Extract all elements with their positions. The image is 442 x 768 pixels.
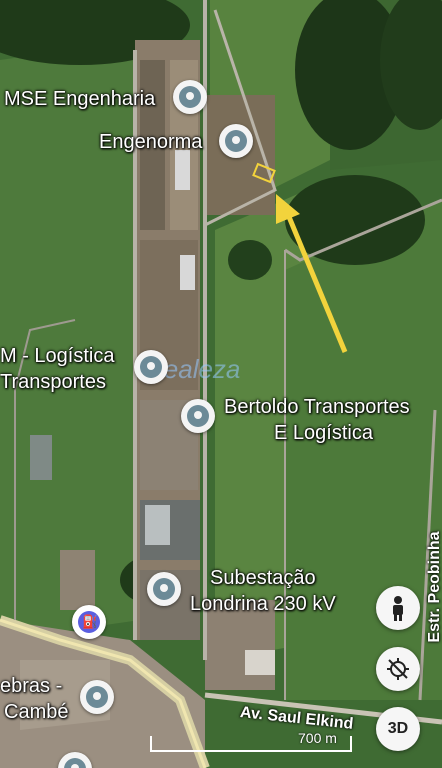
satellite-map[interactable]: Realeza MSE Engenharia Engenorma M - Log… bbox=[0, 0, 442, 768]
logistica-label-line1[interactable]: M - Logística bbox=[0, 344, 114, 368]
engenorma-label[interactable]: Engenorma bbox=[99, 130, 202, 154]
3d-button[interactable]: 3D bbox=[376, 707, 420, 751]
logistica-pin-icon[interactable] bbox=[134, 350, 168, 384]
bertoldo-pin-icon[interactable] bbox=[181, 399, 215, 433]
bertoldo-label-line2[interactable]: E Logística bbox=[274, 421, 373, 445]
cambe-label-line2[interactable]: Cambé bbox=[4, 700, 68, 724]
cambe-pin-icon[interactable] bbox=[80, 680, 114, 714]
mse-engenharia-pin-icon[interactable] bbox=[173, 80, 207, 114]
subestacao-label-line2[interactable]: Londrina 230 kV bbox=[190, 592, 336, 616]
location-off-icon bbox=[387, 658, 409, 680]
subestacao-label-line1[interactable]: Subestação bbox=[210, 566, 316, 590]
road-label-peobinha: Estr. Peobinha bbox=[426, 531, 442, 643]
location-button[interactable] bbox=[376, 647, 420, 691]
subestacao-pin-icon[interactable] bbox=[147, 572, 181, 606]
logistica-label-line2[interactable]: Transportes bbox=[0, 370, 106, 394]
engenorma-pin-icon[interactable] bbox=[219, 124, 253, 158]
bertoldo-label-line1[interactable]: Bertoldo Transportes bbox=[224, 395, 410, 419]
street-view-button[interactable] bbox=[376, 586, 420, 630]
scale-label: 700 m bbox=[298, 730, 337, 746]
cambe-label-line1[interactable]: ebras - bbox=[0, 674, 62, 698]
mse-engenharia-label[interactable]: MSE Engenharia bbox=[4, 87, 155, 111]
pegman-icon bbox=[393, 596, 403, 621]
gas-station-pin-icon[interactable]: ⛽ bbox=[72, 605, 106, 639]
